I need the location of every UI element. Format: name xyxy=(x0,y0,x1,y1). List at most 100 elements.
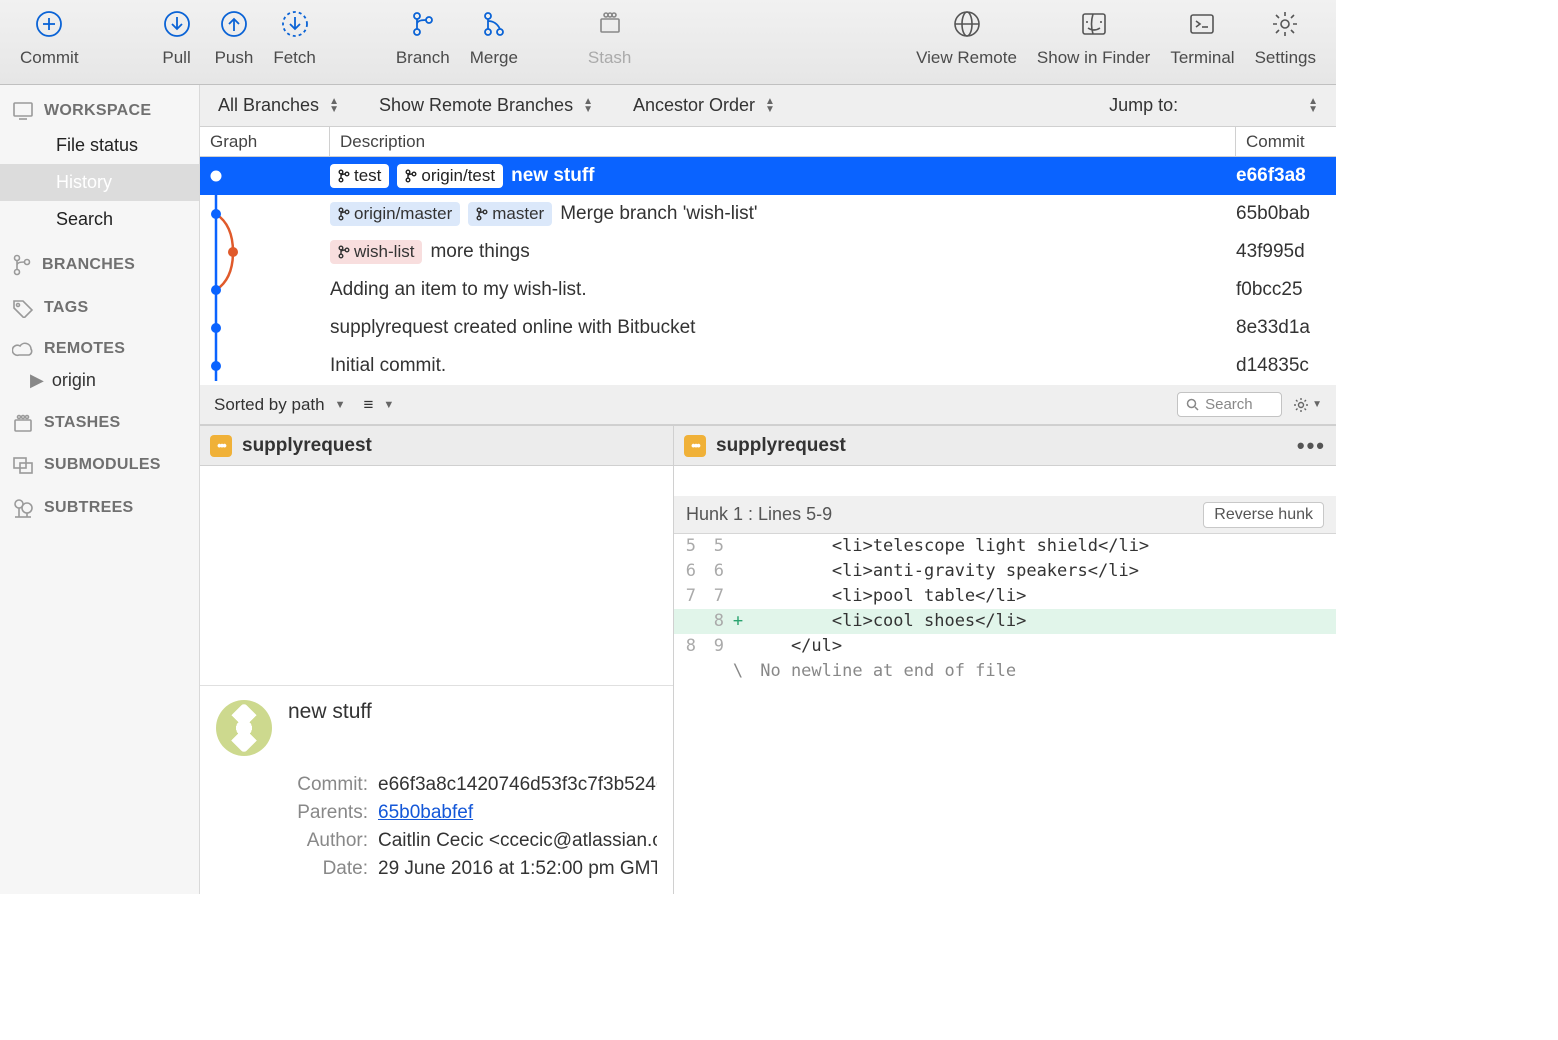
arrow-down-circle-icon xyxy=(159,6,195,42)
commit-author: Caitlin Cecic <ccecic@atlassian.c xyxy=(378,830,657,852)
submodules-icon xyxy=(12,455,34,475)
updown-icon: ▲▼ xyxy=(765,98,775,114)
filter-branches[interactable]: All Branches▲▼ xyxy=(218,95,339,116)
updown-icon: ▲▼ xyxy=(1308,98,1318,114)
cloud-icon xyxy=(12,340,34,358)
commit-row[interactable]: Initial commit. d14835c xyxy=(200,347,1336,385)
sidebar-branches-head[interactable]: BRANCHES xyxy=(0,248,199,282)
chevron-right-icon: ▶ xyxy=(30,370,44,391)
sidebar: WORKSPACE File status History Search BRA… xyxy=(0,85,200,894)
sidebar-tags-head[interactable]: TAGS xyxy=(0,292,199,324)
commit-message: supplyrequest created online with Bitbuc… xyxy=(330,317,695,339)
col-commit[interactable]: Commit xyxy=(1236,127,1336,156)
file-sort-bar: Sorted by path ▼ ≡ ▼ Search ▼ xyxy=(200,385,1336,425)
updown-icon: ▲▼ xyxy=(583,98,593,114)
branch-button[interactable]: Branch xyxy=(386,4,460,68)
diff-search-input[interactable]: Search xyxy=(1177,392,1282,417)
tag-icon xyxy=(12,298,34,318)
sidebar-workspace-head[interactable]: WORKSPACE xyxy=(0,95,199,127)
branch-badge: origin/master xyxy=(330,202,460,226)
subtrees-icon xyxy=(12,497,34,519)
updown-icon: ▲▼ xyxy=(329,98,339,114)
commit-row[interactable]: testorigin/testnew stuffe66f3a8 xyxy=(200,157,1336,195)
commit-message: Adding an item to my wish-list. xyxy=(330,279,587,301)
commit-row[interactable]: supplyrequest created online with Bitbuc… xyxy=(200,309,1336,347)
branch-badge: origin/test xyxy=(397,164,503,188)
stash-icon xyxy=(12,413,34,433)
sidebar-remotes-head[interactable]: REMOTES xyxy=(0,334,199,364)
commit-hash: d14835c xyxy=(1236,355,1336,377)
commit-message: Merge branch 'wish-list' xyxy=(560,203,757,225)
diff-line: \ No newline at end of file xyxy=(674,659,1336,684)
monitor-icon xyxy=(12,101,34,121)
commit-message: Initial commit. xyxy=(330,355,446,377)
sidebar-remote-origin[interactable]: ▶ origin xyxy=(0,364,199,397)
file-header-right[interactable]: ••• supplyrequest ••• xyxy=(674,426,1336,466)
sort-by-path[interactable]: Sorted by path ▼ xyxy=(214,395,345,415)
diff-settings-button[interactable]: ▼ xyxy=(1292,396,1322,414)
more-icon[interactable]: ••• xyxy=(1297,433,1326,459)
sidebar-item-file-status[interactable]: File status xyxy=(0,127,199,164)
main: All Branches▲▼ Show Remote Branches▲▼ An… xyxy=(200,85,1336,894)
stash-button[interactable]: Stash xyxy=(578,4,641,68)
view-remote-button[interactable]: View Remote xyxy=(906,4,1027,68)
sidebar-submodules-head[interactable]: SUBMODULES xyxy=(0,449,199,481)
chevron-down-icon: ▼ xyxy=(383,399,394,411)
search-icon xyxy=(1186,398,1199,411)
commit-row[interactable]: Adding an item to my wish-list. f0bcc25 xyxy=(200,271,1336,309)
arrow-up-circle-icon xyxy=(216,6,252,42)
chevron-down-icon: ▼ xyxy=(335,399,346,411)
gear-icon xyxy=(1292,396,1310,414)
commit-row[interactable]: wish-listmore things43f995d xyxy=(200,233,1336,271)
terminal-button[interactable]: Terminal xyxy=(1160,4,1244,68)
branch-badge: master xyxy=(468,202,552,226)
diff-line: 55 <li>telescope light shield</li> xyxy=(674,534,1336,559)
sidebar-subtrees-head[interactable]: SUBTREES xyxy=(0,491,199,525)
file-header-left[interactable]: ••• supplyrequest xyxy=(200,426,673,466)
merge-icon xyxy=(476,6,512,42)
commit-button[interactable]: Commit xyxy=(10,4,89,68)
toolbar: Commit Pull Push Fetch xyxy=(0,0,1336,85)
avatar xyxy=(216,700,272,756)
commit-hash: e66f3a8 xyxy=(1236,165,1336,187)
sidebar-stashes-head[interactable]: STASHES xyxy=(0,407,199,439)
parent-link[interactable]: 65b0babfef xyxy=(378,802,473,823)
filter-order[interactable]: Ancestor Order▲▼ xyxy=(633,95,775,116)
commit-title: new stuff xyxy=(288,700,657,724)
filter-bar: All Branches▲▼ Show Remote Branches▲▼ An… xyxy=(200,85,1336,127)
list-icon: ≡ xyxy=(363,395,373,415)
diff-line: 8+ <li>cool shoes</li> xyxy=(674,609,1336,634)
reverse-hunk-button[interactable]: Reverse hunk xyxy=(1203,502,1324,528)
commit-hash: f0bcc25 xyxy=(1236,279,1336,301)
settings-button[interactable]: Settings xyxy=(1245,4,1326,68)
sidebar-item-history[interactable]: History xyxy=(0,164,199,201)
arrow-down-dashed-circle-icon xyxy=(277,6,313,42)
globe-icon xyxy=(949,6,985,42)
col-graph[interactable]: Graph xyxy=(200,127,330,156)
pull-button[interactable]: Pull xyxy=(149,4,205,68)
commit-date: 29 June 2016 at 1:52:00 pm GMT xyxy=(378,858,657,880)
view-mode[interactable]: ≡ ▼ xyxy=(363,395,394,415)
history-columns: Graph Description Commit xyxy=(200,127,1336,157)
commit-row[interactable]: origin/master master Merge branch 'wish-li… xyxy=(200,195,1336,233)
plus-circle-icon xyxy=(31,6,67,42)
file-list-panel: ••• supplyrequest new stuff Commit: e66f… xyxy=(200,426,674,894)
commit-detail: new stuff Commit: e66f3a8c1420746d53f3c7… xyxy=(200,685,673,894)
fetch-button[interactable]: Fetch xyxy=(263,4,326,68)
push-button[interactable]: Push xyxy=(205,4,264,68)
filter-jump-to[interactable]: Jump to:▲▼ xyxy=(1109,95,1318,116)
branch-icon xyxy=(12,254,32,276)
diff-line: 66 <li>anti-gravity speakers</li> xyxy=(674,559,1336,584)
merge-button[interactable]: Merge xyxy=(460,4,528,68)
branch-badge: wish-list xyxy=(330,240,422,264)
terminal-icon xyxy=(1184,6,1220,42)
commit-message: more things xyxy=(430,241,529,263)
col-description[interactable]: Description xyxy=(330,127,1236,156)
history-list: testorigin/testnew stuffe66f3a8origin/ma… xyxy=(200,157,1336,385)
diff-content: 55 <li>telescope light shield</li>66 <li… xyxy=(674,534,1336,684)
diff-line: 77 <li>pool table</li> xyxy=(674,584,1336,609)
sidebar-item-search[interactable]: Search xyxy=(0,201,199,238)
commit-hash-full: e66f3a8c1420746d53f3c7f3b5246 xyxy=(378,774,657,796)
filter-remote-branches[interactable]: Show Remote Branches▲▼ xyxy=(379,95,593,116)
show-in-finder-button[interactable]: Show in Finder xyxy=(1027,4,1160,68)
